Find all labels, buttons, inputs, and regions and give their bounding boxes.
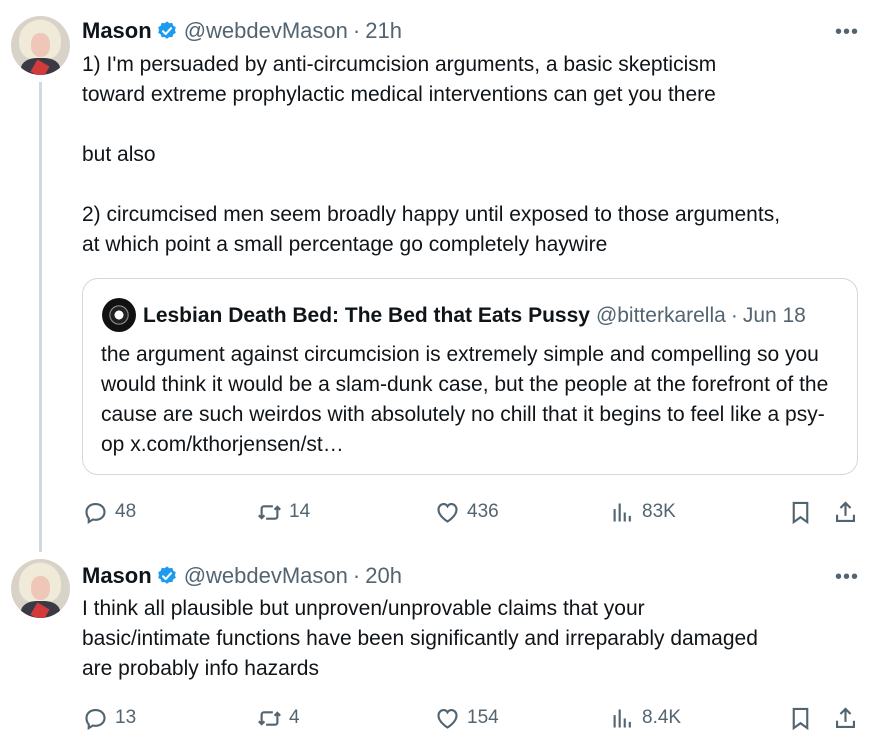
tweet-text: I think all plausible but unproven/unpro… bbox=[82, 597, 758, 680]
repost-count: 4 bbox=[289, 707, 300, 728]
author-handle[interactable]: @webdevMason bbox=[184, 18, 348, 44]
reply-icon bbox=[85, 708, 106, 730]
views-icon bbox=[613, 709, 631, 727]
author-name[interactable]: Mason bbox=[82, 563, 152, 589]
share-button[interactable] bbox=[832, 703, 859, 733]
timestamp[interactable]: 20h bbox=[365, 563, 402, 589]
share-button[interactable] bbox=[832, 497, 859, 527]
author-name[interactable]: Mason bbox=[82, 18, 152, 44]
thread-connector-line bbox=[39, 82, 42, 552]
avatar[interactable] bbox=[11, 16, 70, 75]
action-bar: 48 14 436 83K bbox=[82, 497, 872, 527]
quote-author-handle: @bitterkarella bbox=[595, 304, 726, 327]
verified-badge-icon bbox=[156, 20, 178, 42]
bookmark-button[interactable] bbox=[787, 497, 814, 527]
views-button[interactable]: 8.4K bbox=[609, 703, 681, 733]
quote-timestamp: Jun 18 bbox=[742, 304, 806, 327]
tweet-header: Mason @webdevMason · 20h bbox=[82, 563, 402, 589]
separator-dot: · bbox=[730, 304, 738, 327]
verified-badge-icon bbox=[156, 565, 178, 587]
avatar[interactable] bbox=[11, 559, 70, 618]
repost-button[interactable]: 4 bbox=[256, 703, 300, 733]
reply-icon bbox=[85, 502, 106, 524]
separator-dot: · bbox=[352, 18, 361, 43]
heart-icon bbox=[437, 708, 458, 729]
quote-avatar[interactable] bbox=[102, 298, 136, 332]
like-count: 436 bbox=[467, 501, 499, 522]
bookmark-icon bbox=[792, 501, 809, 524]
more-icon[interactable]: ••• bbox=[835, 20, 859, 44]
timestamp[interactable]: 21h bbox=[365, 18, 402, 44]
views-count: 83K bbox=[642, 501, 676, 522]
heart-icon bbox=[437, 502, 458, 523]
views-icon bbox=[613, 503, 631, 521]
tweet[interactable]: Mason @webdevMason · 20h ••• I think all… bbox=[0, 556, 895, 749]
bookmark-icon bbox=[792, 707, 809, 730]
repost-button[interactable]: 14 bbox=[256, 497, 310, 527]
reply-count: 48 bbox=[115, 501, 137, 522]
like-button[interactable]: 154 bbox=[434, 703, 499, 733]
quote-author-name: Lesbian Death Bed: The Bed that Eats Pus… bbox=[143, 304, 590, 327]
quote-header: Lesbian Death Bed: The Bed that Eats Pus… bbox=[143, 302, 843, 330]
like-button[interactable]: 436 bbox=[434, 497, 499, 527]
bookmark-button[interactable] bbox=[787, 703, 814, 733]
views-button[interactable]: 83K bbox=[609, 497, 676, 527]
repost-count: 14 bbox=[289, 501, 311, 522]
separator-dot: · bbox=[352, 563, 361, 588]
tweet[interactable]: Mason @webdevMason · 21h ••• 1) I'm pers… bbox=[0, 0, 895, 552]
quote-text: the argument against circumcision is ext… bbox=[101, 343, 829, 456]
repost-icon bbox=[258, 710, 281, 726]
tweet-header: Mason @webdevMason · 21h bbox=[82, 18, 402, 44]
author-handle[interactable]: @webdevMason bbox=[184, 563, 348, 589]
reply-button[interactable]: 48 bbox=[82, 497, 136, 527]
repost-icon bbox=[258, 504, 281, 520]
share-icon bbox=[835, 500, 856, 522]
views-count: 8.4K bbox=[642, 707, 682, 728]
action-bar: 13 4 154 8.4K bbox=[82, 703, 872, 733]
like-count: 154 bbox=[467, 707, 499, 728]
tweet-text: 1) I'm persuaded by anti-circumcision ar… bbox=[82, 53, 781, 256]
more-icon[interactable]: ••• bbox=[835, 565, 859, 589]
quoted-tweet[interactable]: Lesbian Death Bed: The Bed that Eats Pus… bbox=[82, 278, 858, 475]
reply-button[interactable]: 13 bbox=[82, 703, 136, 733]
reply-count: 13 bbox=[115, 707, 137, 728]
share-icon bbox=[835, 706, 856, 728]
